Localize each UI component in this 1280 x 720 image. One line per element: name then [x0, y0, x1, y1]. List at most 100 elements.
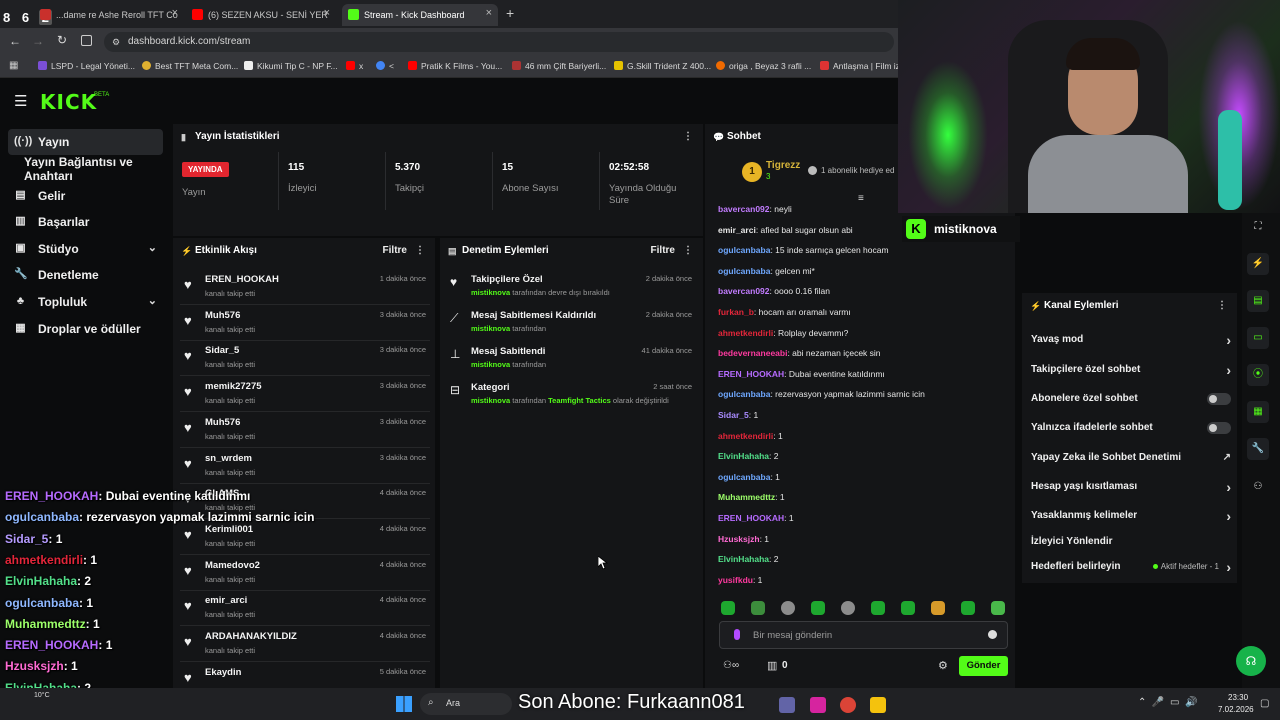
browser-tab[interactable]: (6) SEZEN AKSU - SENİ YER × [186, 4, 336, 26]
send-button[interactable]: Gönder [959, 656, 1008, 676]
mod-user[interactable]: mistiknova [471, 288, 510, 297]
microphone-icon[interactable] [734, 629, 740, 640]
users-icon[interactable]: ⚇∞ [723, 660, 739, 671]
mod-user[interactable]: mistiknova [471, 396, 510, 405]
activity-username[interactable]: Muh576 [205, 310, 240, 321]
site-info-icon[interactable]: ⚙ [112, 32, 120, 52]
chat-username[interactable]: emir_arci [718, 225, 756, 235]
browser-tab-active[interactable]: Stream - Kick Dashboard × [342, 4, 498, 26]
chat-username[interactable]: bavercan092 [718, 286, 770, 296]
chat-username[interactable]: ogulcanbaba [718, 245, 770, 255]
toggle-switch[interactable] [1207, 393, 1231, 405]
app-icon[interactable] [779, 697, 795, 713]
activity-username[interactable]: Kerimli001 [205, 524, 253, 535]
forward-icon[interactable]: → [32, 34, 44, 48]
more-icon[interactable]: ⋮ [1217, 293, 1227, 319]
filter-button[interactable]: Filtre [651, 238, 675, 264]
bookmark[interactable]: origa , Beyaz 3 rafli ... [716, 61, 811, 71]
emote-icon[interactable] [901, 601, 915, 615]
chat-username[interactable]: ogulcanbaba [718, 266, 770, 276]
notification-icon[interactable]: ▢ [1260, 698, 1269, 709]
channel-action-item[interactable]: Yalnızca ifadelerle sohbet [1031, 418, 1231, 438]
activity-username[interactable]: Ekaydin [205, 667, 241, 678]
mod-user[interactable]: mistiknova [471, 360, 510, 369]
channel-action-item[interactable]: İzleyici Yönlendir [1031, 532, 1231, 552]
chat-icon[interactable]: ▭ [1247, 327, 1269, 349]
chat-username[interactable]: ElvinHahaha [718, 554, 769, 564]
emote-icon[interactable] [871, 601, 885, 615]
chat-username[interactable]: Hzusksjzh [718, 534, 760, 544]
chat-username[interactable]: bedevernaneeabi [718, 348, 787, 358]
emote-icon[interactable] [841, 601, 855, 615]
sidebar-item-topluluk[interactable]: ♣ Topluluk ⌄ [8, 289, 163, 315]
chrome-icon[interactable] [840, 697, 856, 713]
sidebar-item-stream-key[interactable]: Yayın Bağlantısı ve Anahtarı [8, 155, 173, 183]
activity-username[interactable]: emir_arci [205, 595, 247, 606]
chat-username[interactable]: EREN_HOOKAH [718, 513, 784, 523]
channel-action-item[interactable]: Hedefleri belirleyin › Aktif hedefler - 1 [1031, 557, 1231, 577]
chat-username[interactable]: yusifkdu [718, 575, 753, 585]
back-icon[interactable]: ← [9, 34, 21, 48]
chat-username[interactable]: ahmetkendirli [718, 431, 773, 441]
sidebar-item-studyo[interactable]: ▣ Stüdyo ⌄ [8, 236, 163, 262]
emote-icon[interactable] [721, 601, 735, 615]
channel-action-item[interactable]: Yasaklanmış kelimeler › [1031, 506, 1231, 526]
sidebar-item-droplar[interactable]: ▦ Droplar ve ödüller [8, 316, 163, 342]
bookmark[interactable]: Kikumi Tip C - NP F... [244, 61, 338, 71]
activity-username[interactable]: EREN_HOOKAH [205, 274, 279, 285]
taskbar-search[interactable]: ⌕ Ara [420, 693, 512, 715]
channel-action-item[interactable]: Hesap yaşı kısıtlaması › [1031, 477, 1231, 497]
layout-icon[interactable]: ▦ [1247, 401, 1269, 423]
activity-username[interactable]: ARDAHANAKYILDIZ [205, 631, 297, 642]
channel-action-item[interactable]: Abonelere özel sohbet [1031, 389, 1231, 409]
document-icon[interactable]: ▤ [1247, 290, 1269, 312]
activity-username[interactable]: Muh576 [205, 417, 240, 428]
chat-filter-icon[interactable]: ≡ [858, 193, 864, 204]
channel-action-item[interactable]: Yapay Zeka ile Sohbet Denetimi ↗ [1031, 448, 1231, 468]
broadcast-icon[interactable]: ⦿ [1247, 364, 1269, 386]
emote-icon[interactable] [751, 601, 765, 615]
windows-start-icon[interactable] [396, 696, 412, 712]
chat-username[interactable]: ElvinHahaha [718, 451, 769, 461]
emote-icon[interactable] [961, 601, 975, 615]
chat-username[interactable]: ogulcanbaba [718, 472, 770, 482]
kick-logo[interactable]: KICK [40, 90, 97, 114]
emote-icon[interactable] [811, 601, 825, 615]
lightning-icon[interactable]: ⚡ [1247, 253, 1269, 275]
instagram-icon[interactable] [810, 697, 826, 713]
reload-icon[interactable]: ↻ [57, 33, 67, 47]
bookmark[interactable]: x [346, 61, 363, 71]
url-bar[interactable]: ⚙ dashboard.kick.com/stream [104, 32, 894, 52]
users-icon[interactable]: ⚇ [1247, 476, 1269, 498]
close-icon[interactable]: × [172, 7, 178, 19]
bookmark[interactable]: < [376, 61, 394, 71]
chat-username[interactable]: furkan_b [718, 307, 754, 317]
channel-action-item[interactable]: Yavaş mod › [1031, 330, 1231, 350]
settings-icon[interactable]: ⚙ [938, 659, 948, 672]
category-name[interactable]: Teamfight Tactics [548, 396, 611, 405]
new-tab-icon[interactable]: + [506, 5, 514, 21]
browser-tab[interactable]: ...dame re Ashe Reroll TFT Co × [34, 4, 184, 26]
filter-button[interactable]: Filtre [383, 238, 407, 264]
support-button[interactable]: ☊ [1236, 646, 1266, 676]
emoji-icon[interactable] [988, 630, 997, 639]
emote-icon[interactable] [991, 601, 1005, 615]
close-icon[interactable]: × [324, 7, 330, 19]
wrench-icon[interactable]: 🔧 [1247, 438, 1269, 460]
chat-username[interactable]: EREN_HOOKAH [718, 369, 784, 379]
gifter-name[interactable]: Tigrezz [766, 160, 800, 171]
chat-username[interactable]: Muhammedttz [718, 492, 775, 502]
activity-username[interactable]: sn_wrdem [205, 453, 252, 464]
sidebar-item-denetleme[interactable]: 🔧 Denetleme [8, 262, 163, 288]
expand-icon[interactable]: ⛶ [1247, 216, 1269, 238]
toggle-switch[interactable] [1207, 422, 1231, 434]
sidebar-item-gelir[interactable]: ▤ Gelir [8, 183, 163, 209]
sidebar-item-yayin[interactable]: ((·)) Yayın [8, 129, 163, 155]
chat-username[interactable]: bavercan092 [718, 204, 770, 214]
chat-username[interactable]: Sidar_5 [718, 410, 749, 420]
activity-username[interactable]: Mamedovo2 [205, 560, 260, 571]
sidepanel-icon[interactable] [81, 35, 92, 46]
chat-username[interactable]: ahmetkendirli [718, 328, 773, 338]
more-icon[interactable]: ⋮ [683, 238, 693, 264]
emote-icon[interactable] [781, 601, 795, 615]
